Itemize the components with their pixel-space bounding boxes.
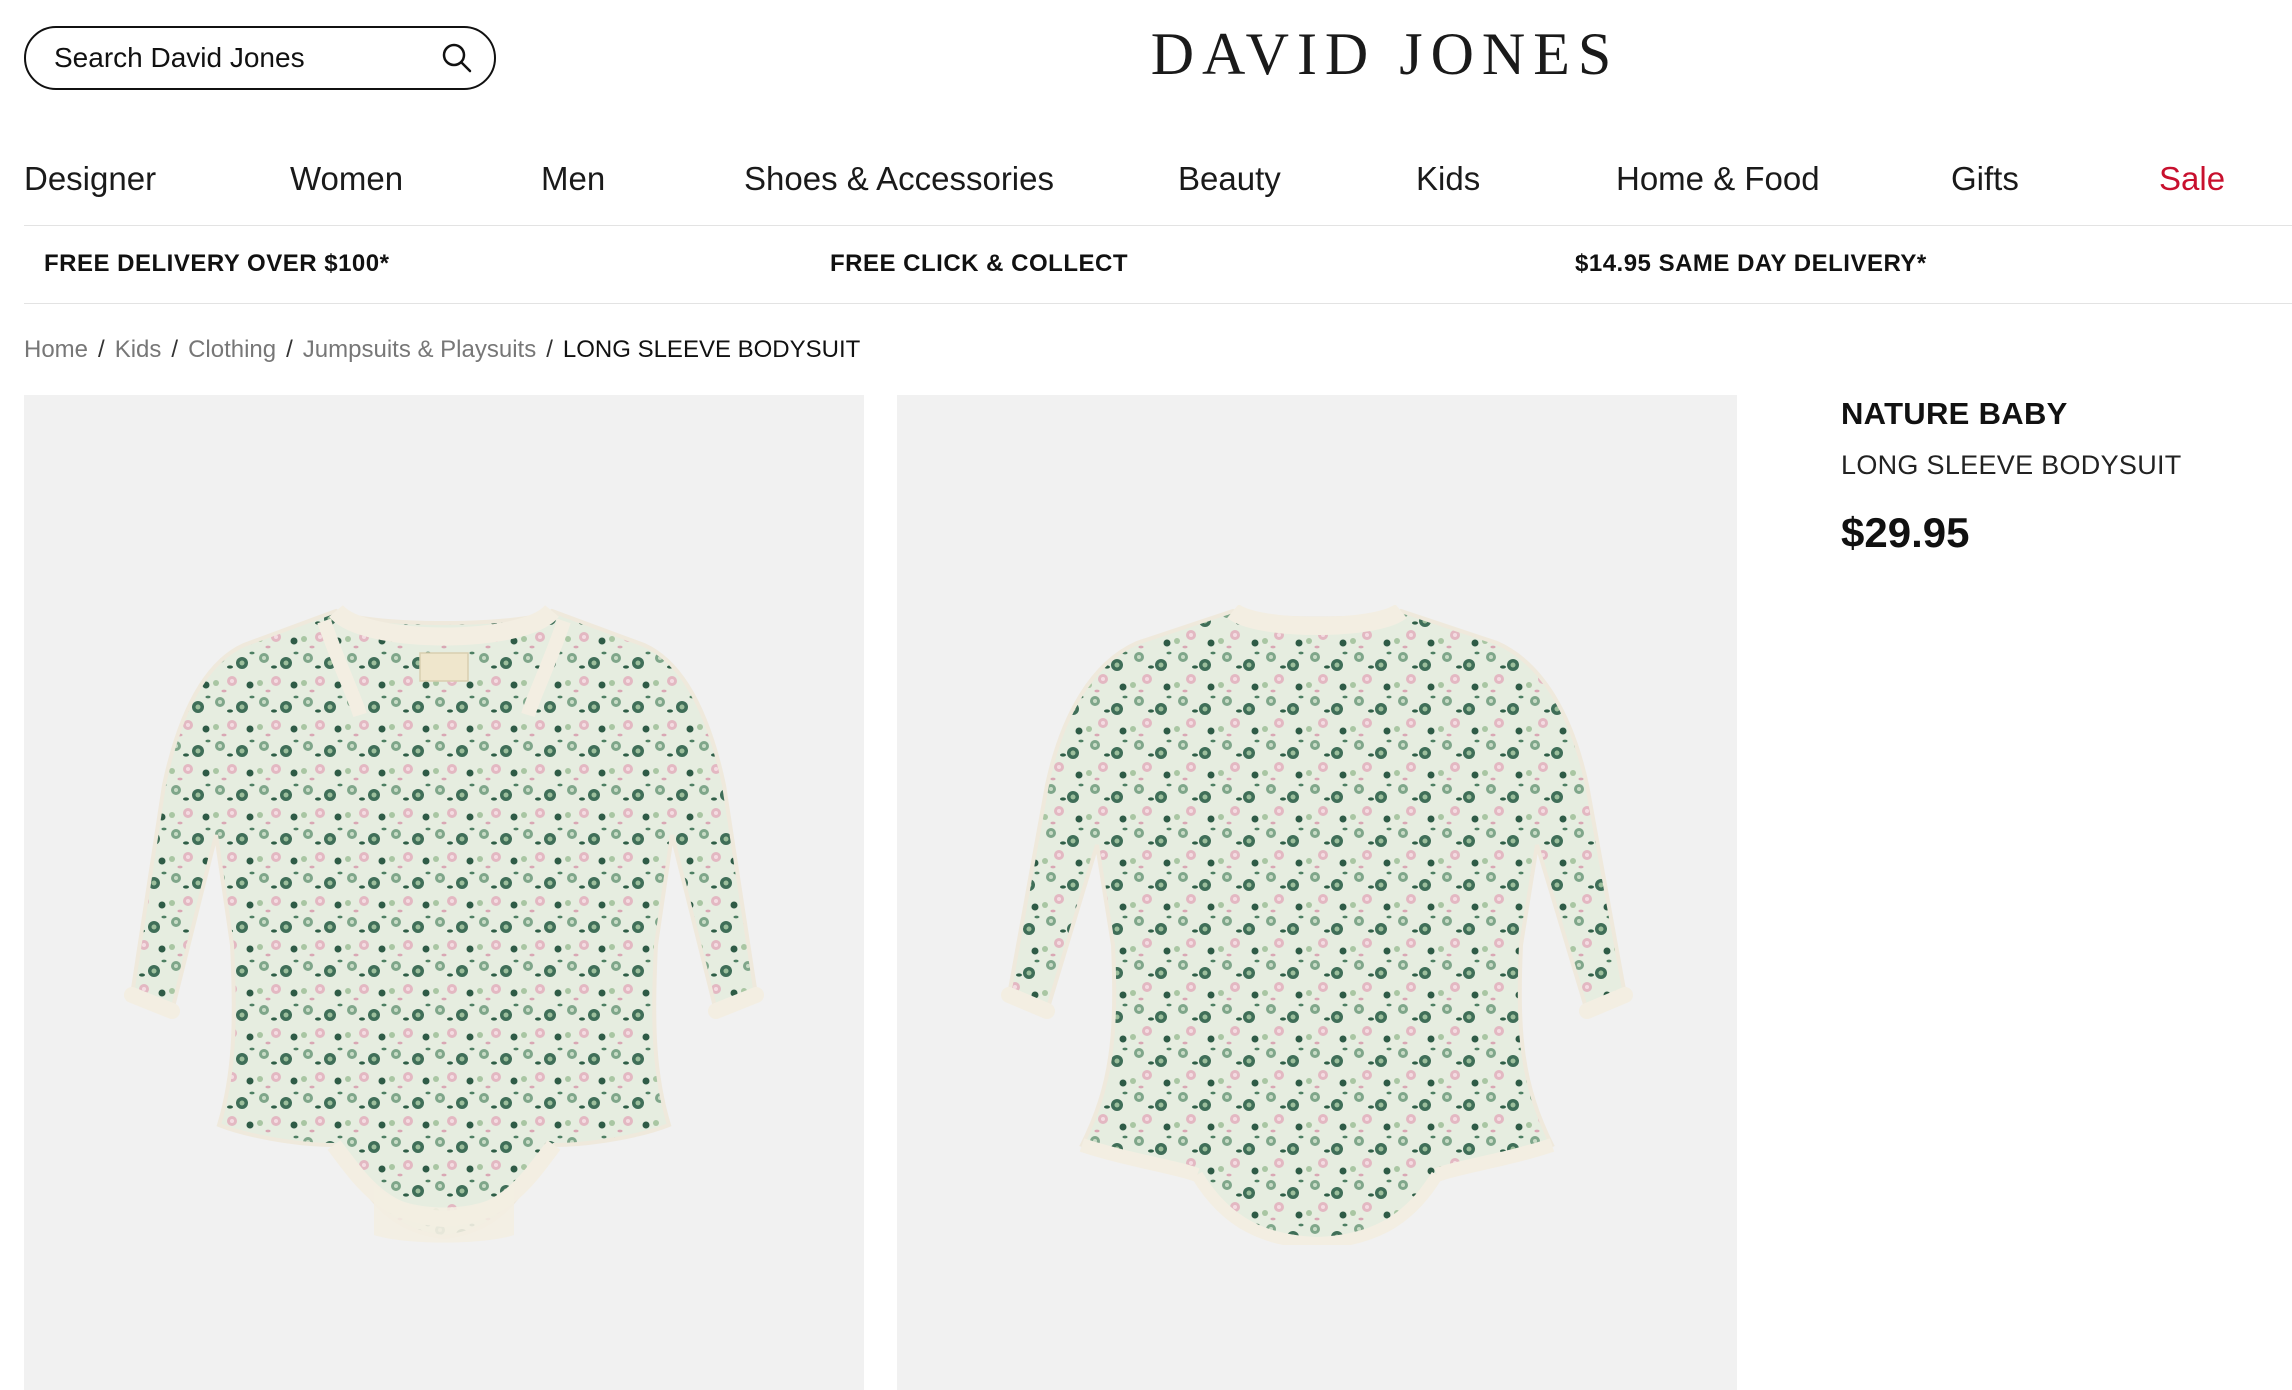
product-name: LONG SLEEVE BODYSUIT <box>1841 450 2182 480</box>
search-input[interactable] <box>52 41 440 75</box>
product-price: $29.95 <box>1841 509 1970 556</box>
main-nav: Designer Women Men Shoes & Accessories B… <box>24 150 2292 226</box>
breadcrumb-kids[interactable]: Kids <box>115 336 162 364</box>
search-icon[interactable] <box>440 41 474 75</box>
nav-item-men[interactable]: Men <box>541 160 605 198</box>
nav-item-designer[interactable]: Designer <box>24 160 156 198</box>
site-logo[interactable]: DAVID JONES <box>1100 20 1670 89</box>
bodysuit-front-image <box>124 605 764 1243</box>
product-page: DAVID JONES Designer Women Men Shoes & A… <box>0 0 2292 1390</box>
nav-item-kids[interactable]: Kids <box>1416 160 1480 198</box>
breadcrumb-separator: / <box>286 336 293 363</box>
breadcrumb: Home / Kids / Clothing / Jumpsuits & Pla… <box>24 336 860 364</box>
product-brand[interactable]: NATURE BABY <box>1841 396 2261 432</box>
breadcrumb-clothing[interactable]: Clothing <box>188 336 276 364</box>
breadcrumb-jumpsuits-playsuits[interactable]: Jumpsuits & Playsuits <box>303 336 536 364</box>
nav-item-gifts[interactable]: Gifts <box>1951 160 2019 198</box>
bodysuit-back-image <box>1001 605 1633 1245</box>
nav-item-home-food[interactable]: Home & Food <box>1616 160 1820 198</box>
promo-free-delivery[interactable]: FREE DELIVERY OVER $100* <box>44 250 389 278</box>
promo-click-collect[interactable]: FREE CLICK & COLLECT <box>830 250 1128 278</box>
breadcrumb-separator: / <box>546 336 553 363</box>
nav-item-sale[interactable]: Sale <box>2159 160 2225 198</box>
breadcrumb-home[interactable]: Home <box>24 336 88 364</box>
product-image-back[interactable] <box>897 395 1737 1390</box>
nav-item-shoes-accessories[interactable]: Shoes & Accessories <box>744 160 1054 198</box>
product-info: NATURE BABY LONG SLEEVE BODYSUIT $29.95 <box>1841 396 2261 557</box>
breadcrumb-separator: / <box>98 336 105 363</box>
breadcrumb-separator: / <box>171 336 179 363</box>
nav-item-beauty[interactable]: Beauty <box>1178 160 1281 198</box>
breadcrumb-current: LONG SLEEVE BODYSUIT <box>562 336 861 363</box>
nav-item-women[interactable]: Women <box>290 160 403 198</box>
promo-same-day-delivery[interactable]: $14.95 SAME DAY DELIVERY* <box>1575 250 1927 278</box>
product-image-front[interactable] <box>24 395 864 1390</box>
search-bar[interactable] <box>24 26 496 90</box>
promo-bar: FREE DELIVERY OVER $100* FREE CLICK & CO… <box>24 226 2292 304</box>
